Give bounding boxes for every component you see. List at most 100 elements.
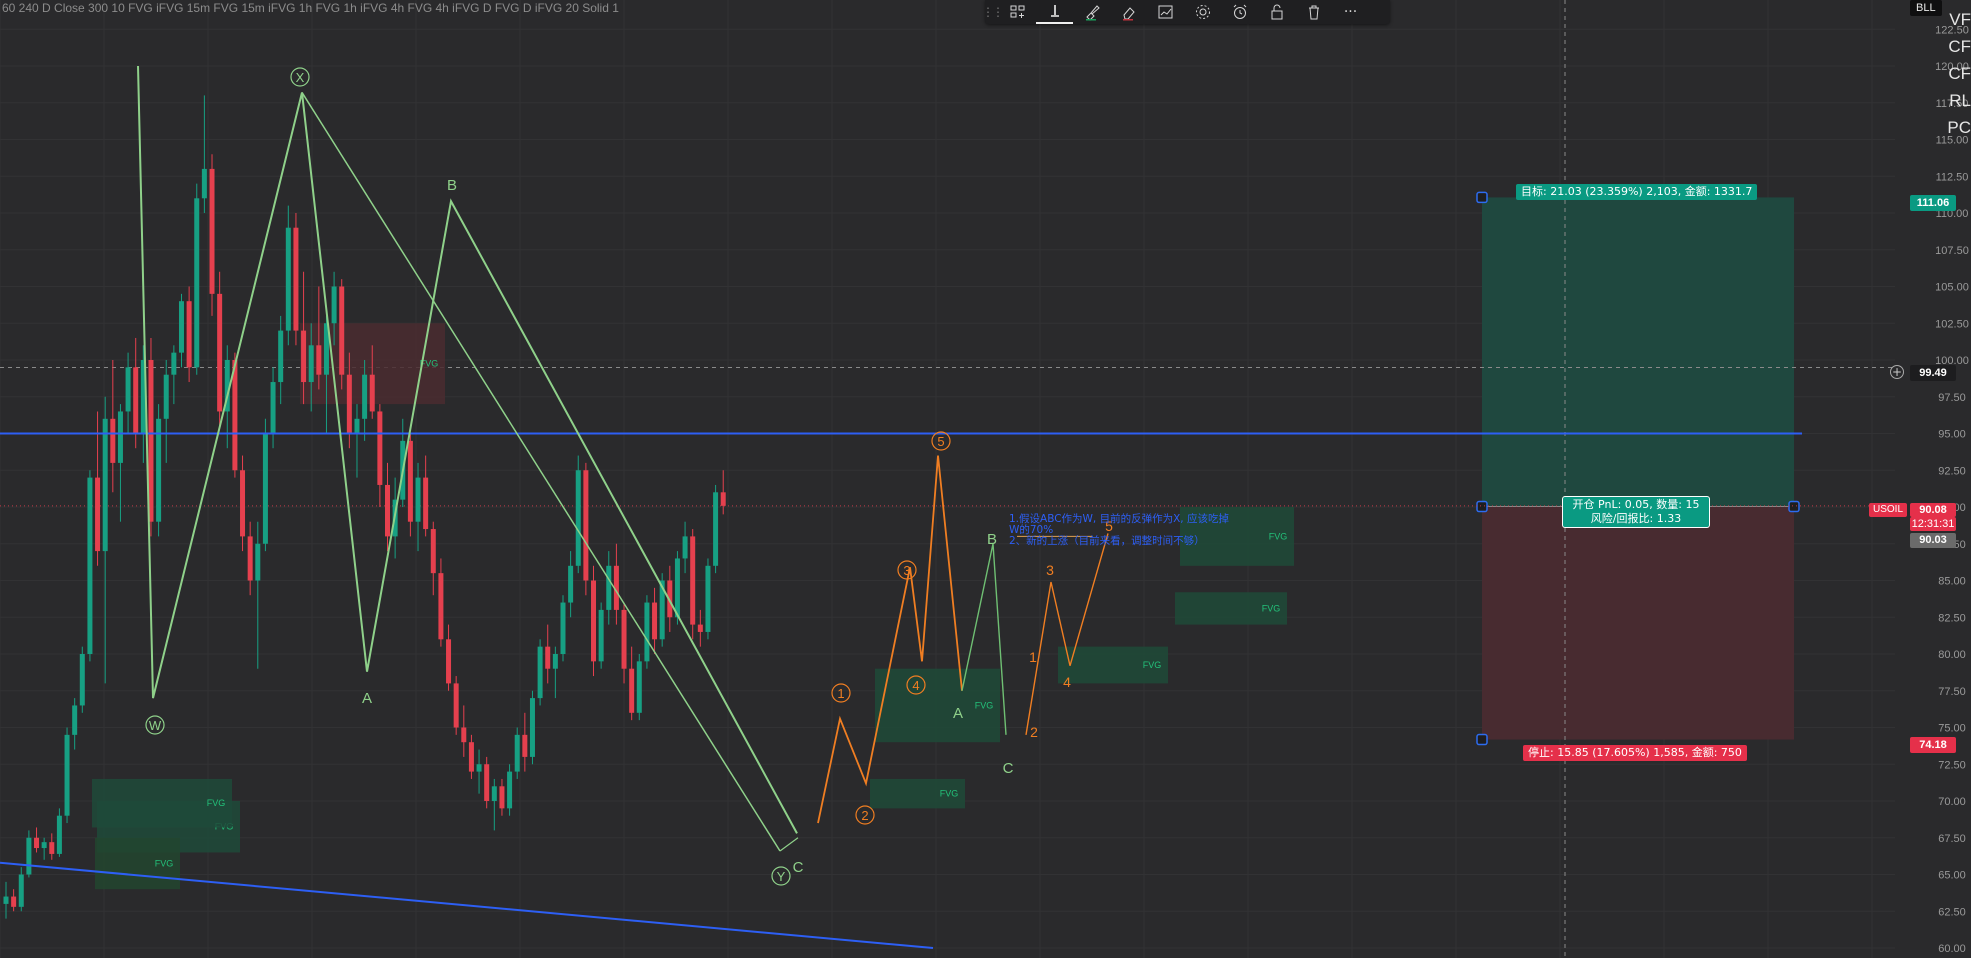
candle-body: [217, 293, 223, 412]
candle-body: [163, 374, 169, 419]
fvg-label: FVG: [975, 700, 994, 710]
price-axis-tick: 95.00: [1938, 429, 1966, 441]
drag-handle[interactable]: ⋮⋮: [982, 0, 1004, 24]
candle-body: [56, 815, 62, 854]
candle-body: [507, 771, 513, 809]
candle-body: [377, 411, 383, 485]
price-axis-tick: 92.50: [1938, 465, 1966, 477]
price-axis-tick: 85.00: [1938, 576, 1966, 588]
price-axis-tick: 105.00: [1935, 282, 1969, 294]
candle-body: [64, 734, 70, 816]
wave-label-sub-2: 2: [1030, 724, 1038, 740]
wave-label-a: A: [953, 705, 963, 722]
candle-body: [240, 470, 246, 537]
trash-icon[interactable]: [1295, 0, 1332, 24]
candle-body: [232, 360, 238, 471]
eraser-icon[interactable]: [1110, 0, 1147, 24]
entry-price-tag: 90.03: [1910, 533, 1956, 548]
watchlist-item[interactable]: CF: [1948, 37, 1971, 57]
candle-body: [568, 565, 574, 603]
candle-body: [11, 896, 17, 907]
settings-gear-icon[interactable]: [1184, 0, 1221, 24]
price-axis-tick: 77.50: [1938, 686, 1966, 698]
price-axis-tick: 65.00: [1938, 870, 1966, 882]
profit-zone: [1482, 197, 1794, 507]
candle-body: [491, 786, 497, 801]
candle-body: [171, 352, 177, 375]
position-handle: [1788, 500, 1800, 513]
price-axis-tick: 80.00: [1938, 649, 1966, 661]
risk-reward-text: 风险/回报比: 1.33: [1590, 512, 1682, 525]
candle-body: [110, 418, 116, 463]
line-tool-icon[interactable]: [1036, 0, 1073, 24]
candle-body: [522, 734, 528, 757]
wave-label-a: A: [362, 690, 372, 707]
position-center-box[interactable]: 开仓 PnL: 0.05, 数量: 15 风险/回报比: 1.33: [1562, 496, 1710, 528]
candle-body: [102, 418, 108, 552]
candle-body: [117, 411, 123, 463]
position-handle: [1476, 191, 1488, 204]
candle-body: [49, 842, 55, 854]
price-axis-tick: 60.00: [1938, 943, 1966, 955]
brush-icon[interactable]: [1073, 0, 1110, 24]
wave-label-x: X: [296, 70, 305, 85]
wave-label-4: 4: [912, 678, 919, 693]
wave-label-sub-1: 1: [1029, 649, 1037, 665]
candle-body: [301, 330, 307, 383]
candle-body: [369, 374, 375, 412]
study-legend[interactable]: 60 240 D Close 300 10 FVG iFVG 15m FVG 1…: [0, 0, 619, 16]
watchlist-item[interactable]: RL: [1949, 91, 1971, 111]
alarm-icon[interactable]: [1221, 0, 1258, 24]
symbol-line-tag: USOIL: [1869, 503, 1908, 517]
object-tree-icon[interactable]: [999, 0, 1036, 24]
candle-body: [583, 470, 589, 581]
candle-body: [186, 301, 192, 368]
wave-label-sub-3: 3: [1046, 562, 1054, 578]
candle-body: [41, 842, 47, 849]
crosshair-add-icon[interactable]: +: [1890, 365, 1904, 379]
chart-canvas[interactable]: 122.50120.00117.50115.00112.50110.00107.…: [0, 0, 1971, 958]
wxy-tail: [779, 837, 799, 852]
candle-body: [537, 646, 543, 699]
candle-body: [697, 624, 703, 632]
candle-body: [79, 654, 85, 706]
candle-body: [362, 374, 368, 419]
candle-body: [423, 477, 429, 530]
wave-label-1: 1: [837, 686, 844, 701]
candle-body: [354, 418, 360, 434]
candle-body: [255, 543, 261, 581]
price-axis-tick: 112.50: [1936, 171, 1969, 183]
candle-body: [552, 654, 558, 669]
candle-body: [285, 227, 291, 331]
wave-label-5: 5: [937, 434, 944, 449]
target-label[interactable]: 目标: 21.03 (23.359%) 2,103, 金额: 1331.7: [1516, 184, 1758, 200]
fvg-label: FVG: [155, 858, 174, 868]
trend-chart-icon[interactable]: [1147, 0, 1184, 24]
wave-label-c: C: [1003, 760, 1014, 777]
stop-price-tag: 74.18: [1910, 737, 1956, 753]
drawing-toolbar: ⋮⋮ ···: [982, 0, 1390, 24]
candle-body: [591, 580, 597, 662]
watchlist-item[interactable]: CF: [1948, 64, 1971, 84]
text-annotation[interactable]: 1.假设ABC作为W, 目前的反弹作为X, 应该吃掉 W的70% 2、新的上涨（…: [1009, 514, 1279, 547]
watchlist-item[interactable]: VF: [1949, 10, 1971, 30]
candle-body: [194, 198, 200, 368]
candle-body: [476, 764, 482, 772]
candle-body: [529, 698, 535, 757]
price-axis-tick: 75.00: [1938, 723, 1966, 735]
pnl-text: 开仓 PnL: 0.05, 数量: 15: [1572, 498, 1700, 511]
countdown-tag: 12:31:31: [1910, 517, 1956, 531]
candle-body: [3, 896, 9, 904]
lock-icon[interactable]: [1258, 0, 1295, 24]
candle-body: [270, 382, 276, 434]
candle-body: [674, 558, 680, 618]
price-axis-tick: 102.50: [1935, 318, 1969, 330]
stop-label[interactable]: 停止: 15.85 (17.605%) 1,585, 金额: 750: [1523, 745, 1747, 761]
candle-body: [209, 168, 215, 294]
symbol-badge[interactable]: BLL: [1910, 0, 1942, 16]
watchlist-item[interactable]: PC: [1947, 118, 1971, 138]
more-icon[interactable]: ···: [1332, 0, 1369, 24]
chart-area[interactable]: 122.50 120.00 117.50 115.00 112.50 110.00 107.…: [0, 0, 1971, 958]
candle-body: [308, 345, 314, 383]
position-handle: [1476, 500, 1488, 513]
